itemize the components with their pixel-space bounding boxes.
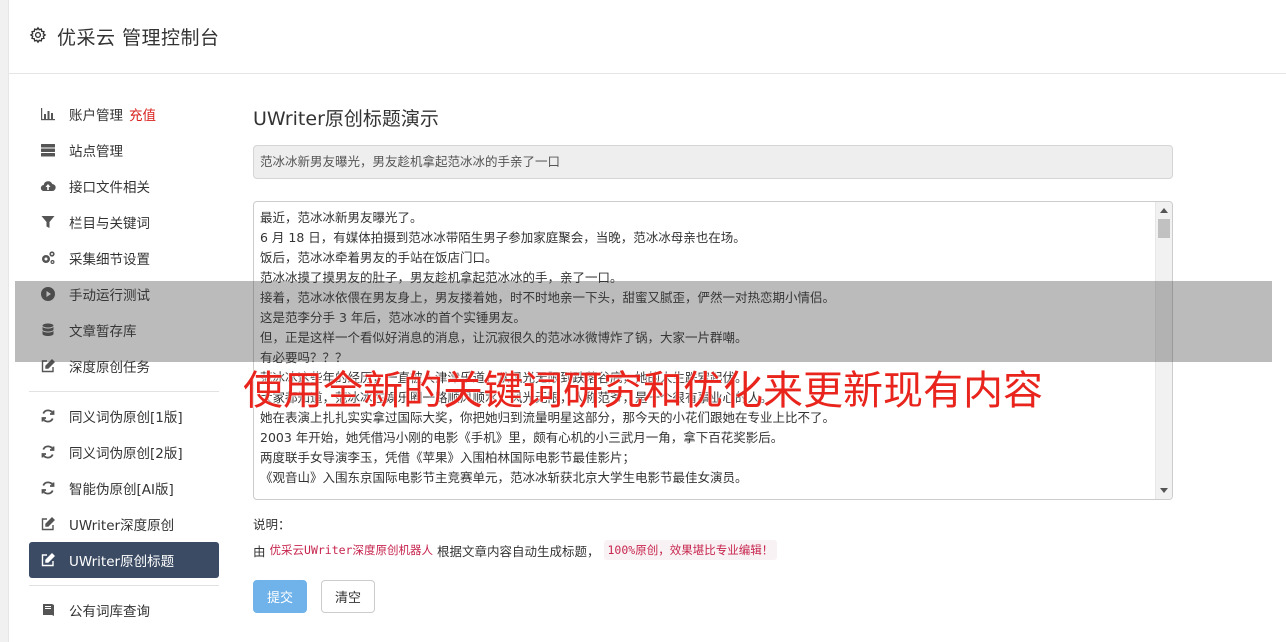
- sidebar-item-sites[interactable]: 站点管理: [29, 132, 219, 168]
- sidebar-item-uwriter-deep[interactable]: UWriter深度原创: [29, 506, 219, 542]
- note-prefix: 由: [253, 543, 266, 559]
- sidebar-item-synonym-v2[interactable]: 同义词伪原创[2版]: [29, 434, 219, 470]
- refresh-icon: [39, 479, 57, 497]
- page-title: UWriter原创标题演示: [253, 108, 439, 130]
- refresh-icon: [39, 443, 57, 461]
- bar-chart-icon: [39, 105, 57, 123]
- filter-icon: [39, 213, 57, 231]
- recharge-link[interactable]: 充值: [129, 104, 156, 124]
- sidebar-item-label: UWriter深度原创: [69, 518, 175, 534]
- sidebar-item-account[interactable]: 账户管理 充值: [29, 96, 219, 132]
- content-line: 《观音山》入围东京国际电影节主竞赛单元，范冰冰斩获北京大学生电影节最佳女演员。: [260, 470, 748, 485]
- content-line: 6 月 18 日，有媒体拍摄到范冰冰带陌生男子参加家庭聚会，当晚，范冰冰母亲也在…: [260, 230, 746, 245]
- sidebar-item-interface-files[interactable]: 接口文件相关: [29, 168, 219, 204]
- note-middle: 根据文章内容自动生成标题，: [436, 543, 600, 559]
- edit-icon: [39, 515, 57, 533]
- scroll-thumb[interactable]: [1158, 219, 1170, 238]
- sidebar-item-label: 采集细节设置: [69, 252, 150, 268]
- content-line: 最近，范冰冰新男友曝光了。: [260, 210, 423, 225]
- sidebar-item-ai-rewrite[interactable]: 智能伪原创[AI版]: [29, 470, 219, 506]
- cloud-upload-icon: [39, 177, 57, 195]
- content-line: 饭后，范冰冰牵着男友的手站在饭店门口。: [260, 250, 498, 265]
- console-title: 优采云 管理控制台: [57, 27, 220, 49]
- sidebar-item-label: 接口文件相关: [69, 180, 150, 196]
- overlay-banner: [15, 281, 1272, 362]
- sidebar-item-collect-settings[interactable]: 采集细节设置: [29, 240, 219, 276]
- sidebar-item-label: 公有词库查询: [69, 604, 150, 620]
- scroll-down-arrow-icon[interactable]: [1160, 488, 1168, 493]
- book-icon: [39, 601, 57, 619]
- scroll-up-arrow-icon[interactable]: [1160, 208, 1168, 213]
- server-icon: [39, 141, 57, 159]
- cogs-icon: [39, 249, 57, 267]
- submit-button[interactable]: 提交: [253, 580, 307, 613]
- note-highlight: 100%原创，效果堪比专业编辑！: [603, 540, 778, 560]
- gear-icon: [29, 26, 47, 44]
- overlay-caption: 使用全新的关键词研究和优化来更新现有内容: [243, 368, 1043, 414]
- sidebar-item-label: 账户管理: [69, 108, 123, 124]
- note-label: 说明：: [253, 517, 291, 532]
- sidebar-item-columns-keywords[interactable]: 栏目与关键词: [29, 204, 219, 240]
- note-line: 由 优采云UWriter深度原创机器人 根据文章内容自动生成标题， 100%原创…: [253, 540, 1173, 560]
- clear-button[interactable]: 清空: [321, 580, 375, 613]
- sidebar-item-label: 站点管理: [69, 144, 123, 160]
- sidebar-divider: [29, 585, 219, 586]
- note-robot-name: 优采云UWriter深度原创机器人: [269, 543, 433, 557]
- sidebar-item-label: 智能伪原创[AI版]: [69, 482, 174, 498]
- sidebar-item-label: UWriter原创标题: [69, 554, 175, 570]
- action-buttons: 提交 清空: [253, 580, 1173, 613]
- content-line: 两度联手女导演李玉，凭借《苹果》入围柏林国际电影节最佳影片；: [260, 450, 636, 465]
- content-line: 2003 年开始，她凭借冯小刚的电影《手机》里，颇有心机的小三武月一角，拿下百花…: [260, 430, 784, 445]
- sidebar-item-public-lexicon[interactable]: 公有词库查询: [29, 592, 219, 628]
- sidebar-item-label: 同义词伪原创[2版]: [69, 446, 183, 462]
- sidebar-item-uwriter-title[interactable]: UWriter原创标题: [29, 542, 219, 578]
- generated-title-field[interactable]: 范冰冰新男友曝光，男友趁机拿起范冰冰的手亲了一口: [253, 145, 1173, 179]
- edit-icon: [39, 551, 57, 569]
- top-header: 优采云 管理控制台: [9, 0, 1286, 74]
- sidebar-item-label: 栏目与关键词: [69, 216, 150, 232]
